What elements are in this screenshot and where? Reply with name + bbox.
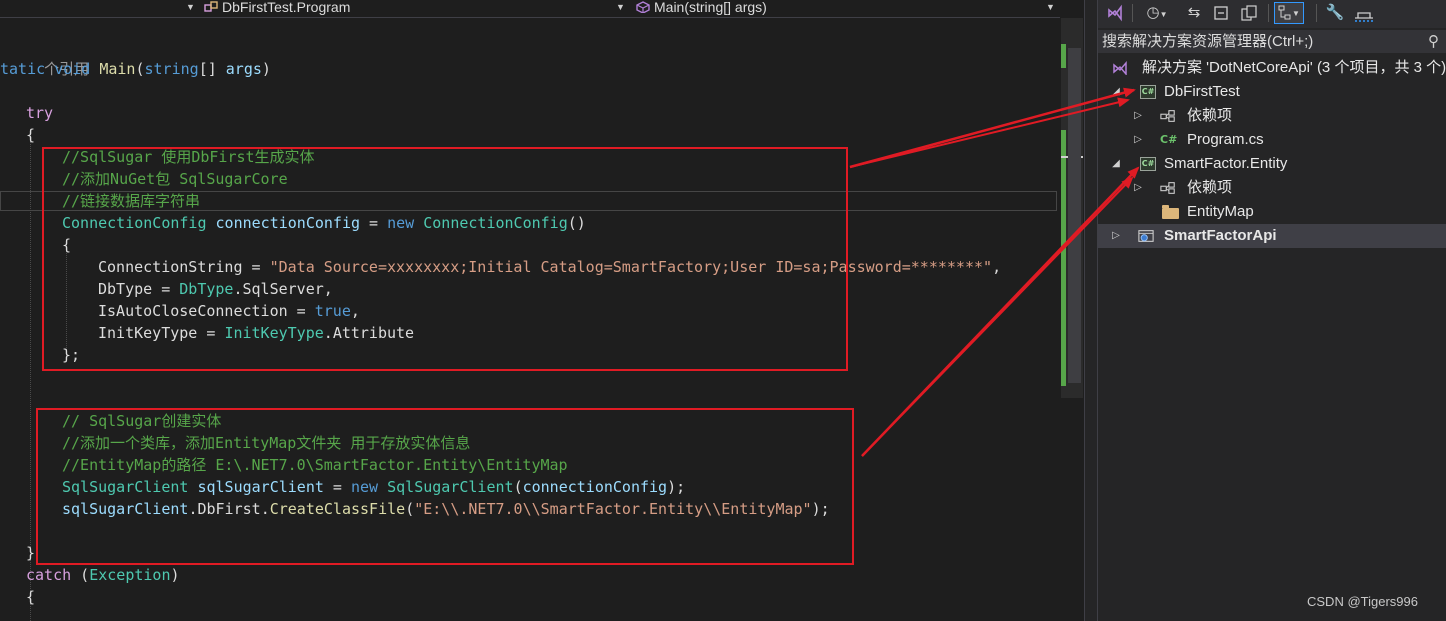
folder-icon xyxy=(1162,205,1179,219)
dependencies-icon xyxy=(1160,182,1175,194)
method-signature: tatic void Main(string[] args) xyxy=(0,60,271,78)
editor-vertical-scrollbar[interactable] xyxy=(1061,18,1083,398)
wrench-icon: 🔧 xyxy=(1325,4,1345,21)
collapsed-arrow-icon[interactable]: ▷ xyxy=(1132,176,1144,200)
show-all-files-icon xyxy=(1241,5,1257,21)
editor-navigation-bar: ▼ DbFirstTest.Program ▼ Main(string[] ar… xyxy=(0,0,1060,18)
collapse-all-button[interactable] xyxy=(1210,2,1232,24)
search-icon[interactable]: ⚲ xyxy=(1428,32,1439,50)
tree-item-label: SmartFactor.Entity xyxy=(1164,155,1288,172)
codelens-references[interactable]: 个引用 xyxy=(8,36,89,78)
csharp-project-icon: C# xyxy=(1140,157,1156,171)
chevron-down-icon: ▼ xyxy=(616,2,625,12)
brace-open: { xyxy=(26,126,36,144)
tree-item-program-cs[interactable]: ▷ C# Program.cs xyxy=(1098,128,1446,152)
dependencies-icon xyxy=(1160,110,1175,122)
switch-views-button[interactable] xyxy=(1104,2,1126,24)
watermark-text: CSDN @Tigers996 xyxy=(1307,594,1418,609)
track-active-item-button[interactable]: ▼ xyxy=(1274,2,1304,24)
change-marker xyxy=(1061,44,1066,68)
method-icon xyxy=(636,1,650,13)
sync-with-active-document-button[interactable]: ⇆ xyxy=(1184,2,1204,24)
expanded-arrow-icon[interactable]: ◢ xyxy=(1110,152,1122,176)
preview-selected-items-button[interactable] xyxy=(1352,2,1376,24)
tree-item-label: Program.cs xyxy=(1187,131,1264,148)
toolbar-separator xyxy=(1132,4,1133,22)
tree-item-project-smartfactorapi[interactable]: ▷ SmartFactorApi xyxy=(1098,224,1446,248)
scope-dropdown[interactable]: ▼ xyxy=(0,0,198,17)
scrollbar-thumb[interactable] xyxy=(1068,48,1081,383)
chevron-down-icon: ▼ xyxy=(186,2,195,12)
chevron-down-icon: ▼ xyxy=(1046,2,1055,12)
panel-splitter[interactable] xyxy=(1084,0,1098,621)
expanded-arrow-icon[interactable]: ◢ xyxy=(1110,80,1122,104)
collapsed-arrow-icon[interactable]: ▷ xyxy=(1132,128,1144,152)
hierarchy-icon xyxy=(1278,5,1291,20)
pending-changes-filter-button[interactable]: ◷▼ xyxy=(1144,2,1170,24)
properties-button[interactable]: 🔧 xyxy=(1324,2,1346,24)
tree-item-label: 依赖项 xyxy=(1187,179,1233,196)
catch-clause: catch (Exception) xyxy=(26,566,180,584)
type-dropdown-value: DbFirstTest.Program xyxy=(222,0,351,15)
sync-icon: ⇆ xyxy=(1187,4,1201,21)
tree-item-project-smartfactor-entity[interactable]: ◢ C# SmartFactor.Entity xyxy=(1098,152,1446,176)
annotation-box-connection-config xyxy=(42,147,848,371)
tree-item-project-dbfirsttest[interactable]: ◢ C# DbFirstTest xyxy=(1098,80,1446,104)
collapse-all-icon xyxy=(1214,6,1228,20)
csharp-file-icon: C# xyxy=(1160,133,1178,146)
show-all-files-button[interactable] xyxy=(1238,2,1260,24)
solution-explorer: ◷▼ ⇆ ▼ 🔧 ⚲ xyxy=(1098,0,1446,621)
type-dropdown[interactable]: DbFirstTest.Program ▼ xyxy=(204,0,628,17)
solution-explorer-toolbar: ◷▼ ⇆ ▼ 🔧 xyxy=(1098,0,1446,28)
chevron-down-icon: ▼ xyxy=(1159,10,1168,19)
tree-item-label: 依赖项 xyxy=(1187,107,1233,124)
member-dropdown[interactable]: Main(string[] args) ▼ xyxy=(636,0,1058,17)
chevron-down-icon: ▼ xyxy=(1292,9,1300,18)
code-editor[interactable]: 个引用 tatic void Main(string[] args) try {… xyxy=(0,18,1060,621)
tree-item-label: 解决方案 'DotNetCoreApi' (3 个项目，共 3 个) xyxy=(1142,59,1446,76)
annotation-box-create-entities xyxy=(36,408,854,565)
solution-icon xyxy=(1113,61,1127,75)
tree-item-solution[interactable]: 解决方案 'DotNetCoreApi' (3 个项目，共 3 个) xyxy=(1098,56,1446,80)
tree-item-label: DbFirstTest xyxy=(1164,83,1240,100)
change-marker xyxy=(1061,130,1066,386)
clock-icon: ◷ xyxy=(1146,4,1160,21)
class-icon xyxy=(204,1,218,12)
try-keyword: try xyxy=(26,104,54,122)
csharp-project-icon: C# xyxy=(1140,85,1156,99)
brace-close: } xyxy=(26,544,36,562)
tree-item-dependencies[interactable]: ▷ 依赖项 xyxy=(1098,176,1446,200)
preview-icon xyxy=(1355,12,1373,22)
collapsed-arrow-icon[interactable]: ▷ xyxy=(1132,104,1144,128)
tree-item-label: EntityMap xyxy=(1187,203,1254,220)
tree-item-label: SmartFactorApi xyxy=(1164,227,1277,244)
toolbar-separator xyxy=(1268,4,1269,22)
collapsed-arrow-icon[interactable]: ▷ xyxy=(1110,224,1122,248)
member-dropdown-value: Main(string[] args) xyxy=(654,0,767,15)
toolbar-separator xyxy=(1316,4,1317,22)
brace-open: { xyxy=(26,588,36,606)
web-project-icon xyxy=(1138,230,1154,242)
solution-search-input[interactable] xyxy=(1102,31,1418,51)
tree-item-entitymap-folder[interactable]: EntityMap xyxy=(1098,200,1446,224)
solution-search-box[interactable]: ⚲ xyxy=(1098,30,1446,53)
visual-studio-icon xyxy=(1108,4,1122,22)
tree-item-dependencies[interactable]: ▷ 依赖项 xyxy=(1098,104,1446,128)
